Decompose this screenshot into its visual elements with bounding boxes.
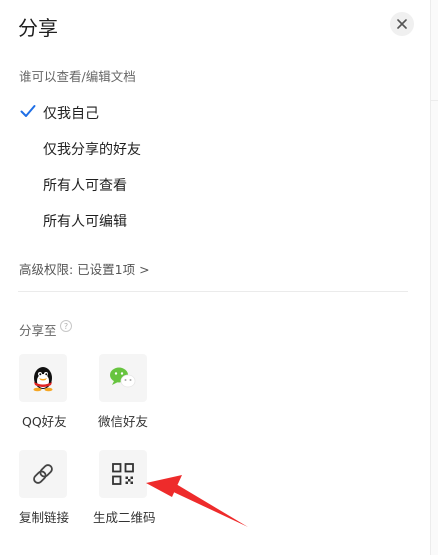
qr-code-icon: [112, 463, 134, 485]
check-icon: [20, 105, 36, 117]
wechat-icon: [110, 367, 136, 388]
close-icon: [397, 19, 407, 29]
close-button[interactable]: [390, 12, 414, 36]
option-everyone-edit[interactable]: 所有人可编辑: [43, 211, 127, 231]
share-wechat-button[interactable]: [99, 354, 147, 402]
page-title: 分享: [18, 16, 58, 40]
option-shared-friends[interactable]: 仅我分享的好友: [43, 139, 141, 159]
share-qq-label: QQ好友: [22, 414, 67, 429]
background-panel-edge: [430, 0, 438, 555]
generate-qr-button[interactable]: [99, 450, 147, 498]
generate-qr-label: 生成二维码: [93, 510, 156, 525]
share-to-label: 分享至: [19, 323, 57, 338]
link-icon: [33, 464, 53, 484]
share-qq-button[interactable]: [19, 354, 67, 402]
copy-link-label: 复制链接: [19, 510, 70, 525]
divider: [18, 291, 408, 292]
permission-label: 谁可以查看/编辑文档: [19, 69, 136, 84]
option-only-me[interactable]: 仅我自己: [43, 103, 99, 123]
copy-link-button[interactable]: [19, 450, 67, 498]
share-wechat-label: 微信好友: [98, 414, 149, 429]
option-everyone-view[interactable]: 所有人可查看: [43, 175, 127, 195]
help-icon[interactable]: ?: [60, 320, 72, 332]
qq-penguin-icon: [33, 367, 53, 392]
advanced-permission-link[interactable]: 高级权限: 已设置1项 >: [19, 259, 150, 278]
